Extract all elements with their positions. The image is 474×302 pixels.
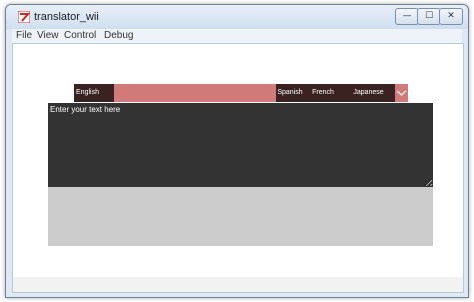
menu-file[interactable]: File	[16, 30, 32, 41]
menu-bar: File View Control Debug	[12, 29, 462, 44]
source-language-button[interactable]: English	[74, 84, 114, 102]
minimize-button[interactable]: —	[395, 8, 419, 25]
source-text-input[interactable]	[48, 103, 433, 187]
app-window: translator_wii — ☐ ✕ File View Control D…	[5, 4, 469, 298]
target-language-japanese[interactable]: Japanese	[342, 84, 395, 102]
app-icon	[18, 11, 30, 23]
target-language-spanish[interactable]: Spanish	[276, 84, 304, 102]
window-title: translator_wii	[34, 11, 99, 23]
menu-debug[interactable]: Debug	[104, 30, 133, 41]
translation-output	[48, 187, 433, 246]
title-bar[interactable]: translator_wii — ☐ ✕	[6, 5, 468, 29]
chevron-down-icon	[396, 90, 407, 96]
menu-control[interactable]: Control	[64, 30, 96, 41]
menu-view[interactable]: View	[37, 30, 59, 41]
expand-languages-button[interactable]	[395, 84, 408, 102]
maximize-button[interactable]: ☐	[417, 8, 441, 25]
language-bar: English Spanish French Japanese	[74, 84, 408, 102]
close-button[interactable]: ✕	[439, 8, 463, 25]
client-area: English Spanish French Japanese	[12, 43, 464, 293]
target-language-french[interactable]: French	[304, 84, 342, 102]
horizontal-scrollbar[interactable]	[13, 277, 463, 292]
